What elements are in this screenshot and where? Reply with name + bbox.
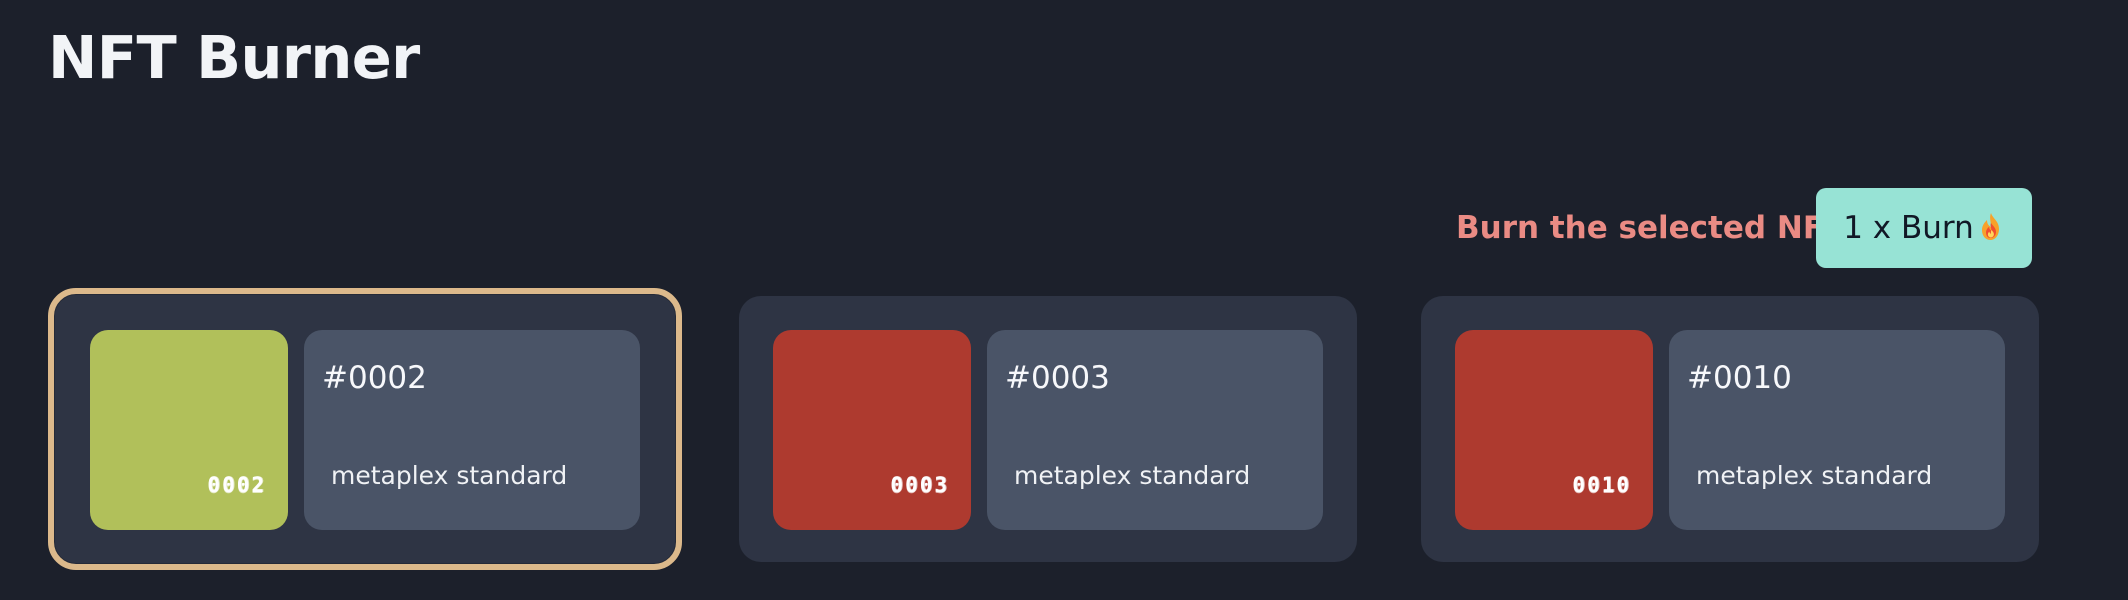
nft-image: 0003 [773,330,971,530]
nft-standard: metaplex standard [1014,461,1251,490]
nft-image-code: 0010 [1572,473,1631,497]
burn-selected-label: Burn the selected NFT [1456,210,1846,246]
burn-button-label: 1 x Burn [1843,210,1974,246]
nft-details: #0002 metaplex standard [304,330,640,530]
burn-button[interactable]: 1 x Burn [1816,188,2032,268]
nft-burner-page: NFT Burner Burn the selected NFT 1 x Bur… [0,0,2128,600]
nft-image-code: 0003 [890,473,949,497]
nft-number: #0010 [1687,360,1792,396]
nft-number: #0002 [322,360,427,396]
nft-image-code: 0002 [207,473,266,497]
nft-details: #0003 metaplex standard [987,330,1323,530]
nft-card-0003[interactable]: 0003 #0003 metaplex standard [739,296,1357,562]
nft-details: #0010 metaplex standard [1669,330,2005,530]
nft-image: 0002 [90,330,288,530]
nft-image: 0010 [1455,330,1653,530]
nft-standard: metaplex standard [1696,461,1933,490]
nft-number: #0003 [1005,360,1110,396]
page-title: NFT Burner [48,23,420,92]
nft-card-0002[interactable]: 0002 #0002 metaplex standard [48,288,682,570]
flame-icon [1981,213,1999,240]
nft-card-0010[interactable]: 0010 #0010 metaplex standard [1421,296,2039,562]
nft-standard: metaplex standard [331,461,568,490]
